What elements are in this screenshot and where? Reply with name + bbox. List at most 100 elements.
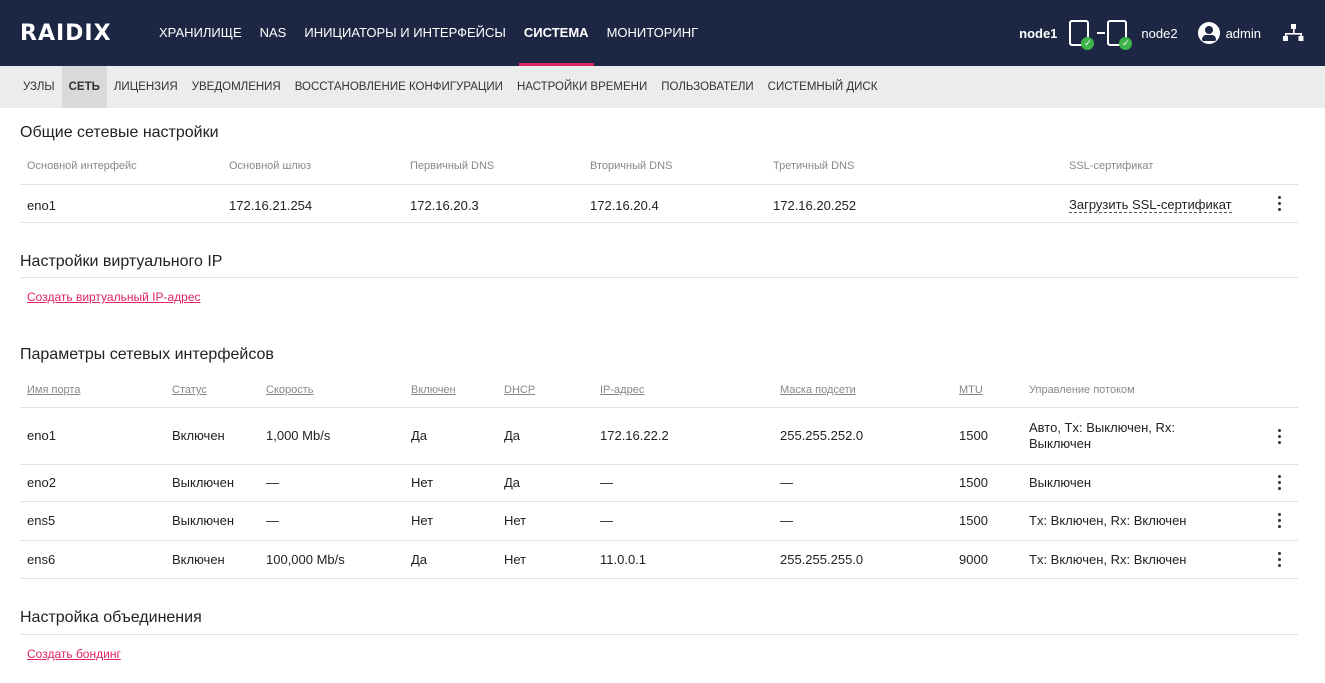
header-main-interface: Основной интерфейс — [27, 160, 137, 172]
port-speed: 1,000 Mb/s — [266, 428, 331, 443]
port-flow-control: Выключен — [1029, 475, 1092, 490]
virtual-ip-title: Настройки виртуального IP — [20, 253, 223, 270]
port-dhcp: Да — [504, 475, 521, 490]
header-dhcp[interactable]: DHCP — [504, 384, 535, 396]
header-tertiary-dns: Третичный DNS — [773, 160, 855, 172]
nav-nas[interactable]: NAS — [251, 0, 296, 66]
subnav-time-settings[interactable]: НАСТРОЙКИ ВРЕМЕНИ — [510, 66, 654, 108]
general-settings-title: Общие сетевые настройки — [20, 124, 219, 141]
divider — [20, 501, 1298, 502]
port-dhcp: Нет — [504, 513, 527, 528]
top-right-controls: node1 ✓ ✓ node2 admin — [1019, 0, 1325, 66]
port-mtu: 1500 — [959, 428, 988, 443]
subnav-users[interactable]: ПОЛЬЗОВАТЕЛИ — [654, 66, 760, 108]
logo-text: RAIDIX — [20, 20, 112, 46]
port-flow-control: Tx: Включен, Rx: Включен — [1029, 513, 1187, 528]
header-subnet-mask[interactable]: Маска подсети — [780, 384, 856, 396]
port-mtu: 1500 — [959, 513, 988, 528]
subnav-network[interactable]: СЕТЬ — [61, 66, 107, 108]
check-icon: ✓ — [1119, 37, 1133, 50]
main-navigation: ХРАНИЛИЩЕ NAS ИНИЦИАТОРЫ И ИНТЕРФЕЙСЫ СИ… — [150, 0, 707, 66]
node-icon[interactable]: ✓ — [1107, 20, 1133, 50]
node2-label[interactable]: node2 — [1141, 26, 1177, 41]
nav-initiators-interfaces[interactable]: ИНИЦИАТОРЫ И ИНТЕРФЕЙСЫ — [295, 0, 515, 66]
divider — [20, 222, 1298, 223]
divider — [20, 464, 1298, 465]
divider — [20, 277, 1298, 278]
sub-navigation: УЗЛЫ СЕТЬ ЛИЦЕНЗИЯ УВЕДОМЛЕНИЯ ВОССТАНОВ… — [0, 66, 1325, 108]
check-icon: ✓ — [1081, 37, 1095, 50]
header-speed[interactable]: Скорость — [266, 384, 314, 396]
port-mask: 255.255.252.0 — [780, 428, 864, 443]
port-dhcp: Нет — [504, 552, 527, 567]
port-mask: — — [780, 475, 793, 490]
port-mask: — — [780, 513, 793, 528]
header-status[interactable]: Статус — [172, 384, 207, 396]
divider — [20, 578, 1298, 579]
subnav-notifications[interactable]: УВЕДОМЛЕНИЯ — [185, 66, 288, 108]
port-mask: 255.255.255.0 — [780, 552, 864, 567]
port-dhcp: Да — [504, 428, 521, 443]
divider — [20, 634, 1298, 635]
nav-monitoring[interactable]: МОНИТОРИНГ — [598, 0, 708, 66]
header-enabled[interactable]: Включен — [411, 384, 456, 396]
port-name: eno1 — [27, 428, 56, 443]
port-name: ens5 — [27, 513, 56, 528]
network-icon[interactable] — [1281, 22, 1305, 44]
port-flow-control: Авто, Tx: Выключен, Rx: Выключен — [1029, 420, 1176, 451]
kebab-icon[interactable] — [1276, 195, 1284, 211]
port-status: Включен — [172, 428, 225, 443]
node-link-line — [1097, 32, 1106, 34]
port-status: Выключен — [172, 513, 235, 528]
header-ip-address[interactable]: IP-адрес — [600, 384, 644, 396]
divider — [20, 540, 1298, 541]
raidix-logo[interactable]: RAIDIX — [20, 20, 112, 46]
port-name: ens6 — [27, 552, 56, 567]
subnav-license[interactable]: ЛИЦЕНЗИЯ — [107, 66, 185, 108]
divider — [20, 407, 1298, 408]
upload-ssl-link[interactable]: Загрузить SSL-сертификат — [1069, 197, 1232, 213]
port-enabled: Да — [411, 428, 428, 443]
subnav-config-restore[interactable]: ВОССТАНОВЛЕНИЕ КОНФИГУРАЦИИ — [288, 66, 510, 108]
port-flow-control: Tx: Включен, Rx: Включен — [1029, 552, 1187, 567]
main-gateway-value: 172.16.21.254 — [229, 198, 313, 213]
port-speed: — — [266, 513, 279, 528]
header-secondary-dns: Вторичный DNS — [590, 160, 673, 172]
node1-label[interactable]: node1 — [1019, 26, 1057, 41]
user-icon[interactable] — [1197, 22, 1220, 44]
create-virtual-ip-link[interactable]: Создать виртуальный IP-адрес — [27, 290, 201, 304]
port-speed: — — [266, 475, 279, 490]
kebab-icon[interactable] — [1276, 474, 1284, 490]
port-enabled: Да — [411, 552, 428, 567]
kebab-icon[interactable] — [1276, 512, 1284, 528]
header-ssl-certificate: SSL-сертификат — [1069, 160, 1154, 172]
main-interface-value: eno1 — [27, 198, 56, 213]
port-mtu: 1500 — [959, 475, 988, 490]
subnav-system-disk[interactable]: СИСТЕМНЫЙ ДИСК — [761, 66, 885, 108]
port-status: Выключен — [172, 475, 235, 490]
nav-system[interactable]: СИСТЕМА — [515, 0, 598, 66]
bonding-title: Настройка объединения — [20, 609, 202, 626]
subnav-nodes[interactable]: УЗЛЫ — [16, 66, 62, 108]
header-flow-control: Управление потоком — [1029, 384, 1135, 396]
port-enabled: Нет — [411, 475, 434, 490]
tertiary-dns-value: 172.16.20.252 — [773, 198, 857, 213]
port-mtu: 9000 — [959, 552, 988, 567]
nav-storage[interactable]: ХРАНИЛИЩЕ — [150, 0, 251, 66]
port-ip: — — [600, 513, 613, 528]
header-main-gateway: Основной шлюз — [229, 160, 312, 172]
header-mtu[interactable]: MTU — [959, 384, 983, 396]
port-status: Включен — [172, 552, 225, 567]
port-speed: 100,000 Mb/s — [266, 552, 345, 567]
port-ip: — — [600, 475, 613, 490]
primary-dns-value: 172.16.20.3 — [410, 198, 479, 213]
kebab-icon[interactable] — [1276, 428, 1284, 444]
secondary-dns-value: 172.16.20.4 — [590, 198, 659, 213]
create-bonding-link[interactable]: Создать бондинг — [27, 647, 121, 661]
port-ip: 11.0.0.1 — [600, 552, 647, 567]
port-ip: 172.16.22.2 — [600, 428, 669, 443]
username[interactable]: admin — [1226, 26, 1261, 41]
header-port-name[interactable]: Имя порта — [27, 384, 80, 396]
node-icon[interactable]: ✓ — [1069, 20, 1095, 50]
kebab-icon[interactable] — [1276, 551, 1284, 567]
